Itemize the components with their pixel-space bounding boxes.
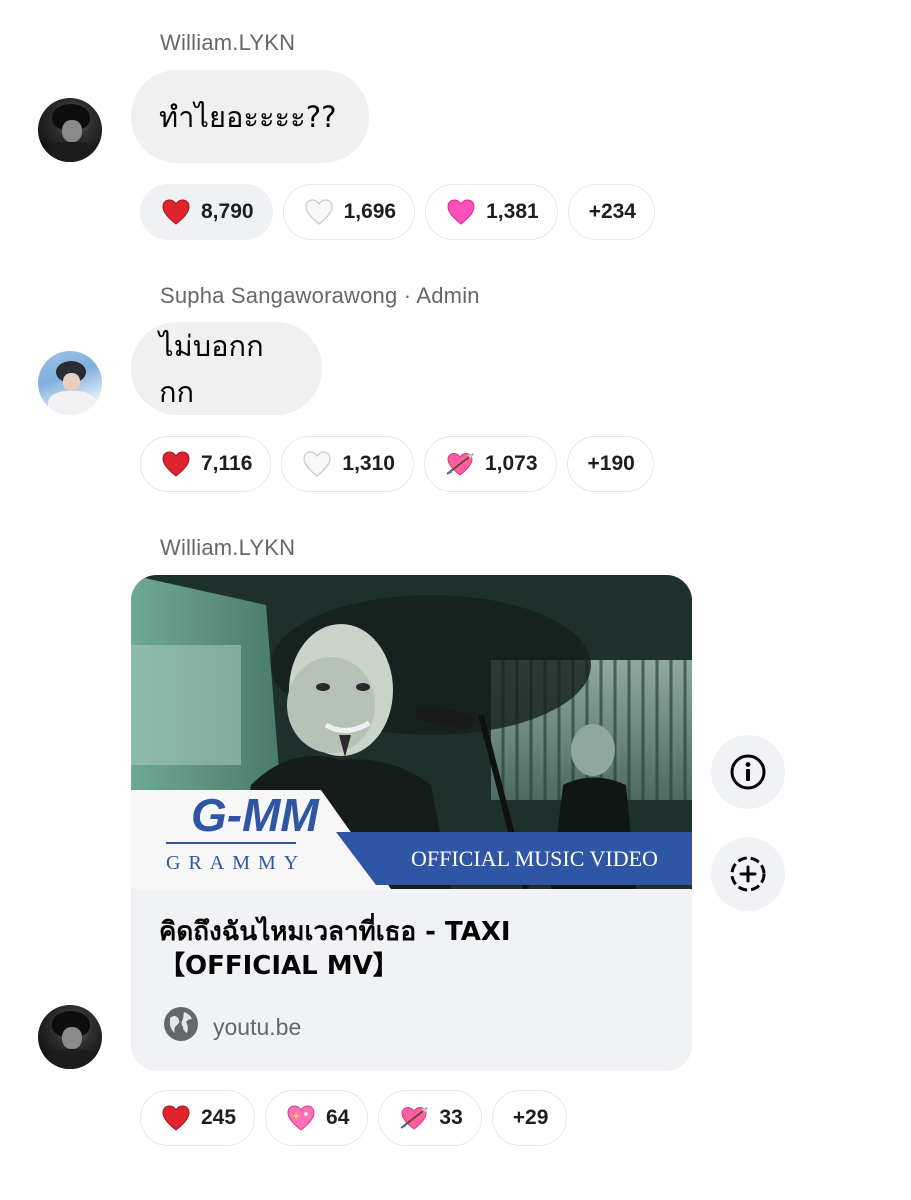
reaction-more[interactable]: +190 [566,436,654,492]
message-bubble[interactable]: ไม่บอกกกก [131,322,322,415]
reaction-count: 1,073 [484,452,538,475]
reaction-more[interactable]: +234 [567,184,655,240]
reaction-count: 1,696 [343,200,397,223]
reaction-bar: 8,790 1,696 1,381 +234 [140,184,655,240]
reaction-count: 7,116 [201,452,253,475]
gmm-logo: G-MM [191,789,320,841]
reaction-pink-heart[interactable]: 1,381 [425,184,558,240]
reaction-red-heart[interactable]: 7,116 [140,436,272,492]
video-banner-text: OFFICIAL MUSIC VIDEO [411,846,658,871]
reaction-count: 1,310 [342,452,395,475]
info-button[interactable] [711,735,785,809]
reaction-heart-with-arrow[interactable]: 33 [378,1090,482,1146]
reaction-sparkling-heart[interactable]: 64 [265,1090,369,1146]
info-icon [730,754,766,790]
reaction-more[interactable]: +29 [491,1090,568,1146]
sender-name: William.LYKN [160,30,296,55]
reaction-count: 33 [439,1106,463,1129]
reaction-white-heart[interactable]: 1,310 [281,436,414,492]
sender-name: William.LYKN [160,535,296,560]
reaction-count: 64 [326,1106,350,1129]
white-heart-icon [302,449,332,479]
message-text: ทำไยอะะะะ?? [159,99,337,134]
avatar[interactable] [38,98,102,162]
avatar[interactable] [38,351,102,415]
reaction-red-heart[interactable]: 245 [140,1090,256,1146]
link-title-line: คิดถึงฉันไหมเวลาที่เธอ - TAXI [159,917,511,947]
add-reaction-icon [730,856,766,892]
link-source: youtu.be [163,1006,301,1048]
reaction-count: 8,790 [201,200,254,223]
sender-name: Supha Sangaworawong · Admin [160,283,480,308]
video-thumbnail[interactable]: G-MM GRAMMY OFFICIAL MUSIC VIDEO [131,575,692,889]
link-preview-card[interactable]: G-MM GRAMMY OFFICIAL MUSIC VIDEO คิดถึงฉ… [131,575,692,1071]
reaction-count: +234 [588,200,636,223]
message-bubble[interactable]: ทำไยอะะะะ?? [131,70,369,163]
link-title[interactable]: คิดถึงฉันไหมเวลาที่เธอ - TAXI 【OFFICIAL … [159,915,659,983]
reaction-bar: 7,116 1,310 1,073 +190 [140,436,654,492]
red-heart-icon [161,449,191,479]
reaction-heart-with-arrow[interactable]: 1,073 [423,436,557,492]
reaction-count: +190 [587,452,635,475]
reaction-bar: 245 64 33 +29 [140,1090,568,1146]
reaction-count: 1,381 [486,200,539,223]
globe-icon [163,1006,199,1048]
add-reaction-button[interactable] [711,837,785,911]
reaction-white-heart[interactable]: 1,696 [282,184,416,240]
sparkling-heart-icon [286,1103,316,1133]
thumbnail-image: G-MM GRAMMY OFFICIAL MUSIC VIDEO [131,575,692,889]
message-text: ไม่บอกกกก [159,328,264,409]
pink-heart-icon [446,197,476,227]
red-heart-icon [161,197,191,227]
link-title-line: 【OFFICIAL MV】 [159,951,399,981]
reaction-count: 245 [201,1106,237,1129]
reaction-red-heart[interactable]: 8,790 [140,184,273,240]
grammy-wordmark: GRAMMY [166,852,306,874]
red-heart-icon [161,1103,191,1133]
link-domain: youtu.be [213,1013,302,1040]
heart-with-arrow-icon [445,449,475,479]
avatar[interactable] [38,1005,102,1069]
reaction-count: +29 [512,1106,549,1129]
white-heart-icon [304,197,334,227]
heart-with-arrow-icon [399,1103,429,1133]
